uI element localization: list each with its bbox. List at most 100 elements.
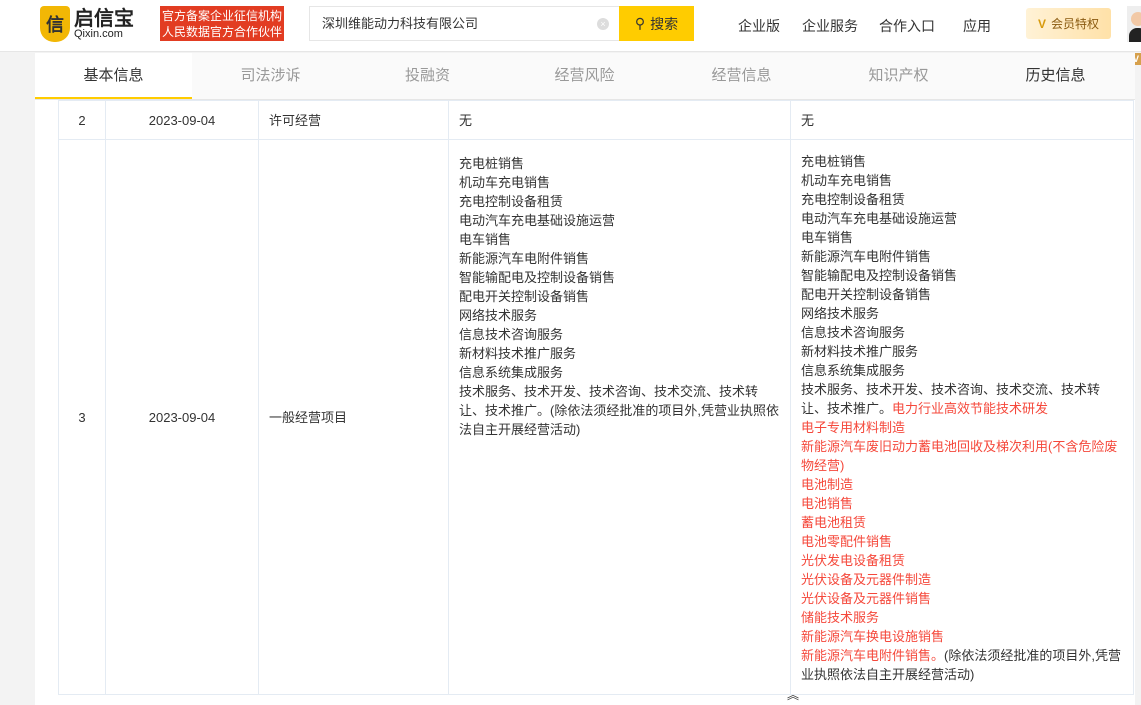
- scope-text: 信息系统集成服务: [801, 363, 906, 378]
- scope-text: 充电控制设备租赁: [459, 193, 564, 209]
- scope-line: 智能输配电及控制设备销售: [459, 268, 780, 287]
- top-header: 信 启信宝 Qixin.com 官方备案企业征信机构 人民数据官方合作伙伴 × …: [0, 0, 1141, 52]
- row-index: 2: [58, 100, 106, 140]
- nav-partnership[interactable]: 合作入口: [879, 16, 935, 36]
- scope-line: 新能源汽车电附件销售。(除依法须经批准的项目外,凭营业执照依法自主开展经营活动): [801, 646, 1123, 684]
- added-scope-text: 电子专用材料制造: [801, 420, 906, 435]
- official-badge[interactable]: 官方备案企业征信机构 人民数据官方合作伙伴: [160, 6, 284, 41]
- search-icon: ⚲: [634, 15, 646, 31]
- avatar[interactable]: [1127, 6, 1141, 42]
- added-scope-text: 电池制造: [801, 477, 854, 492]
- tab-ip[interactable]: 知识产权: [820, 53, 977, 99]
- tab-risk[interactable]: 经营风险: [506, 53, 663, 99]
- scope-line: 光伏设备及元器件制造: [801, 570, 1123, 589]
- scope-line: 网络技术服务: [459, 306, 780, 325]
- scope-line: 充电桩销售: [459, 154, 780, 173]
- scope-line: 电池制造: [801, 475, 1123, 494]
- nav-apps[interactable]: 应用: [963, 16, 991, 36]
- scope-line: 电车销售: [801, 228, 1123, 247]
- row-index: 3: [58, 139, 106, 695]
- badge-line-2: 人民数据官方合作伙伴: [161, 25, 282, 39]
- scope-line: 储能技术服务: [801, 608, 1123, 627]
- scope-text: 电动汽车充电基础设施运营: [459, 212, 616, 228]
- before-value: 充电桩销售机动车充电销售 充电控制设备租赁电动汽车充电基础设施运营电车销售 新能源汽…: [448, 139, 791, 695]
- scope-line: 新能源汽车电附件销售: [459, 249, 780, 268]
- table-row: 2 2023-09-04 许可经营 无 无: [58, 100, 1134, 140]
- scope-text: 充电桩销售: [459, 155, 525, 171]
- scope-line: 新能源汽车换电设施销售: [801, 627, 1123, 646]
- scope-text: 智能输配电及控制设备销售: [459, 269, 616, 285]
- logo-shield-icon: 信: [40, 6, 70, 42]
- scope-line: 电车销售: [459, 230, 780, 249]
- added-scope-text: 蓄电池租赁: [801, 515, 867, 530]
- scope-text: 充电桩销售: [801, 154, 867, 169]
- nav-enterprise-edition[interactable]: 企业版: [738, 16, 780, 36]
- scope-line: 充电控制设备租赁: [459, 192, 780, 211]
- change-item: 一般经营项目: [258, 139, 449, 695]
- scope-text: 信息技术咨询服务: [801, 325, 906, 340]
- search-button[interactable]: ⚲ 搜索: [619, 6, 694, 41]
- scope-text: 技术服务、技术开发、技术咨询、技术交流、技术转让、技术推广。(除依法须经批准的项…: [459, 383, 779, 437]
- added-scope-text: 光伏设备及元器件制造: [801, 572, 932, 587]
- scope-text: 电动汽车充电基础设施运营: [801, 211, 958, 226]
- search-input[interactable]: [322, 15, 592, 30]
- scope-line: 新能源汽车电附件销售: [801, 247, 1123, 266]
- scope-line: 机动车充电销售: [459, 173, 780, 192]
- added-scope-text: 新能源汽车电附件销售。: [801, 648, 945, 663]
- added-scope-text: 光伏设备及元器件销售: [801, 591, 932, 606]
- scope-line: 网络技术服务: [801, 304, 1123, 323]
- qixin-logo[interactable]: 信 启信宝 Qixin.com: [40, 6, 134, 42]
- tab-bar: 基本信息 司法涉诉 投融资 经营风险 经营信息 知识产权 历史信息: [35, 53, 1135, 100]
- added-scope-text: 新能源汽车换电设施销售: [801, 629, 945, 644]
- badge-line-1: 官方备案企业征信机构: [161, 9, 282, 23]
- tab-financing[interactable]: 投融资: [349, 53, 506, 99]
- added-scope-text: 电池零配件销售: [801, 534, 893, 549]
- scope-line: 充电桩销售: [801, 152, 1123, 171]
- scope-text: 机动车充电销售: [801, 173, 893, 188]
- scope-line: 机动车充电销售: [801, 171, 1123, 190]
- added-scope-text: 光伏发电设备租赁: [801, 553, 906, 568]
- clear-icon[interactable]: ×: [597, 18, 609, 30]
- tab-history[interactable]: 历史信息: [977, 53, 1134, 99]
- scope-text: 信息技术咨询服务: [459, 326, 564, 342]
- scope-line: 电池零配件销售: [801, 532, 1123, 551]
- search-button-label: 搜索: [650, 15, 679, 32]
- search-box: × ⚲搜索: [309, 6, 694, 41]
- scope-line: 信息技术咨询服务: [801, 323, 1123, 342]
- added-scope-text: 新能源汽车废旧动力蓄电池回收及梯次利用(不含危险废物经营): [801, 439, 1118, 473]
- scope-text: 配电开关控制设备销售: [801, 287, 932, 302]
- scope-text: 网络技术服务: [801, 306, 880, 321]
- tab-legal[interactable]: 司法涉诉: [192, 53, 349, 99]
- scope-text: 信息系统集成服务: [459, 364, 564, 380]
- scope-line: 新材料技术推广服务: [801, 342, 1123, 361]
- scope-text: 新材料技术推广服务: [801, 344, 919, 359]
- scope-text: 电车销售: [801, 230, 854, 245]
- scope-text: 新能源汽车电附件销售: [459, 250, 590, 266]
- scope-text: 机动车充电销售: [459, 174, 551, 190]
- tab-basic-info[interactable]: 基本信息: [35, 53, 192, 99]
- logo-name: 启信宝: [74, 7, 134, 30]
- change-table: 2 2023-09-04 许可经营 无 无 3 2023-09-04 一般经营项…: [58, 100, 1134, 695]
- scope-line: 电动汽车充电基础设施运营: [459, 211, 780, 230]
- added-scope-text: 电力行业高效节能技术研发: [892, 401, 1049, 416]
- nav-enterprise-services[interactable]: 企业服务: [802, 16, 858, 36]
- vip-button[interactable]: V 会员特权: [1026, 8, 1111, 39]
- change-date: 2023-09-04: [105, 139, 259, 695]
- scope-text: 新能源汽车电附件销售: [801, 249, 932, 264]
- change-item: 许可经营: [258, 100, 449, 140]
- scope-line: 智能输配电及控制设备销售: [801, 266, 1123, 285]
- scope-line: 配电开关控制设备销售: [801, 285, 1123, 304]
- vip-v-icon: V: [1037, 16, 1046, 31]
- collapse-up-icon[interactable]: ︽: [787, 686, 799, 703]
- tab-operations[interactable]: 经营信息: [663, 53, 820, 99]
- scope-line: 技术服务、技术开发、技术咨询、技术交流、技术转让、技术推广。(除依法须经批准的项…: [459, 382, 780, 439]
- scope-text: 网络技术服务: [459, 307, 538, 323]
- scope-line: 电子专用材料制造: [801, 418, 1123, 437]
- scope-line: 信息系统集成服务: [801, 361, 1123, 380]
- scope-text: 新材料技术推广服务: [459, 345, 577, 361]
- scope-line: 信息技术咨询服务: [459, 325, 780, 344]
- scope-text: 智能输配电及控制设备销售: [801, 268, 958, 283]
- scope-line: 光伏发电设备租赁: [801, 551, 1123, 570]
- change-records: 2 2023-09-04 许可经营 无 无 3 2023-09-04 一般经营项…: [35, 100, 1135, 705]
- scope-line: 配电开关控制设备销售: [459, 287, 780, 306]
